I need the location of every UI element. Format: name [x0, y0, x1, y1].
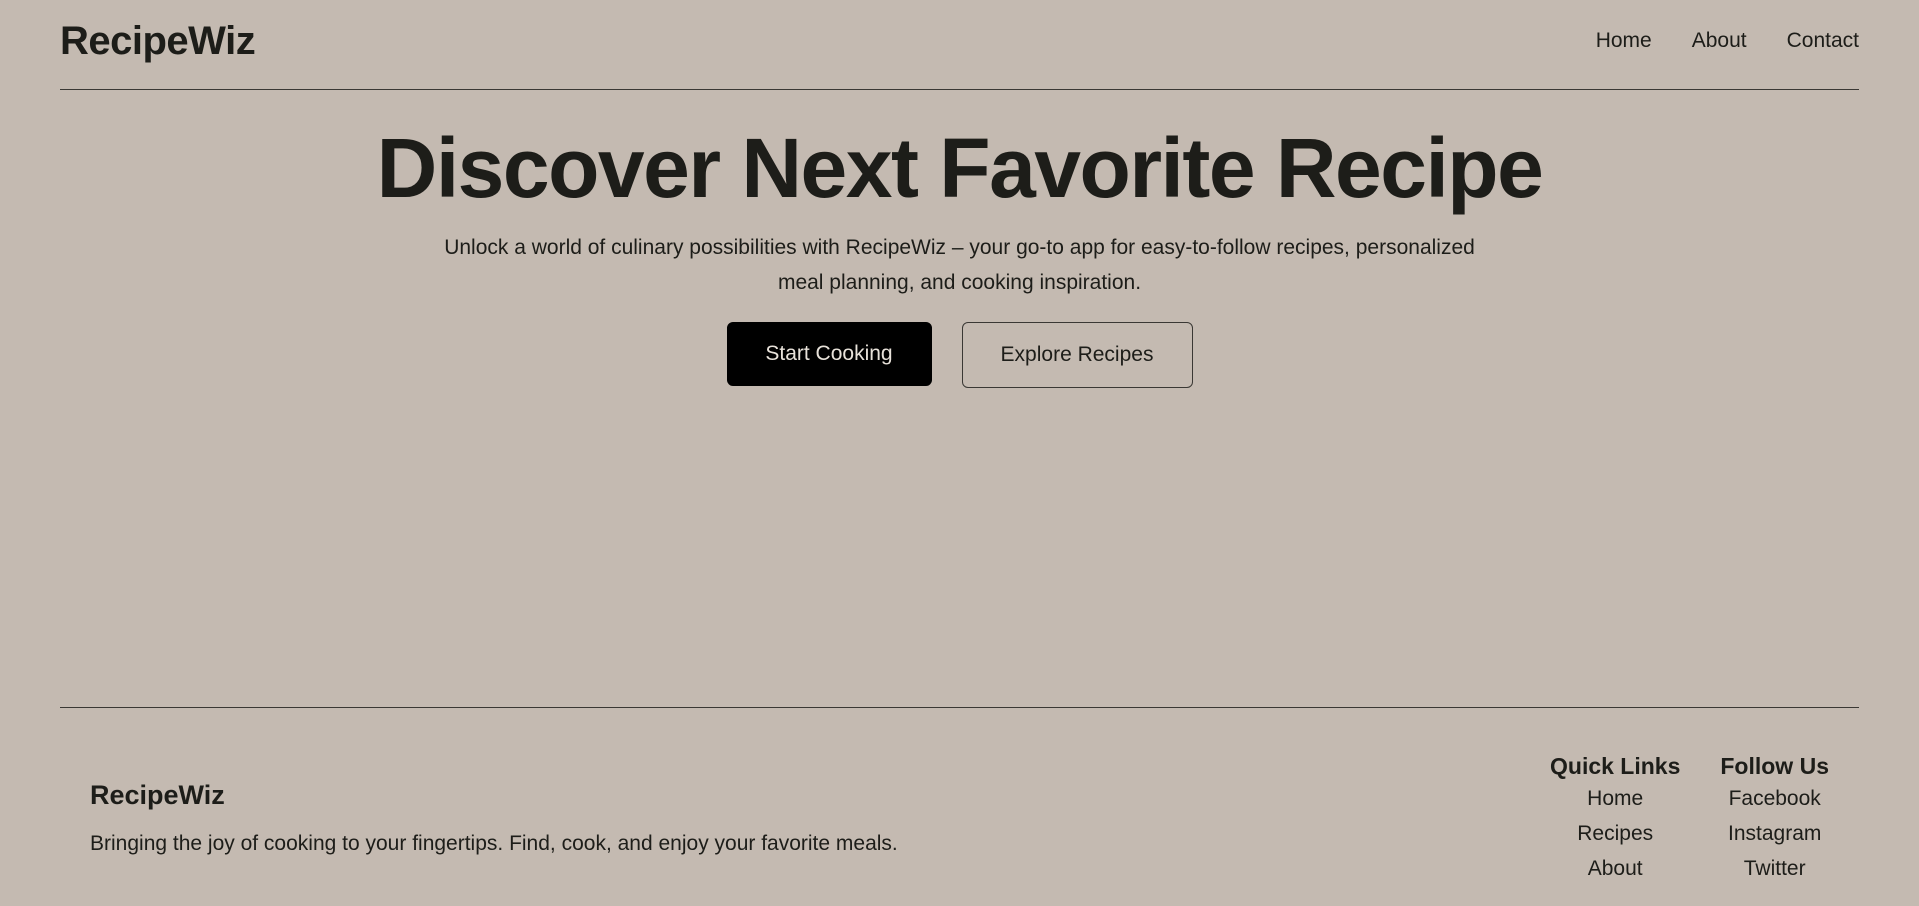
- footer-tagline: Bringing the joy of cooking to your fing…: [90, 832, 898, 855]
- site-header: RecipeWiz Home About Contact: [60, 0, 1859, 90]
- nav-link-about[interactable]: About: [1692, 29, 1747, 53]
- explore-recipes-button[interactable]: Explore Recipes: [961, 322, 1193, 388]
- hero-section: Discover Next Favorite Recipe Unlock a w…: [60, 118, 1859, 388]
- follow-us-column: Follow Us Facebook Instagram Twitter: [1720, 751, 1829, 886]
- footer-link-twitter[interactable]: Twitter: [1720, 851, 1829, 886]
- hero-subtitle: Unlock a world of culinary possibilities…: [444, 236, 1475, 294]
- quick-links-heading: Quick Links: [1550, 753, 1681, 779]
- main-nav: Home About Contact: [1596, 29, 1859, 53]
- hero-cta-group: Start Cooking Explore Recipes: [60, 322, 1859, 388]
- nav-link-contact[interactable]: Contact: [1787, 29, 1859, 53]
- brand-logo[interactable]: RecipeWiz: [60, 19, 256, 64]
- quick-links-column: Quick Links Home Recipes About: [1550, 751, 1680, 886]
- footer-link-recipes[interactable]: Recipes: [1550, 816, 1680, 851]
- footer-link-instagram[interactable]: Instagram: [1720, 816, 1829, 851]
- start-cooking-button[interactable]: Start Cooking: [726, 322, 932, 386]
- hero-title: Discover Next Favorite Recipe: [376, 121, 1544, 215]
- footer-link-about[interactable]: About: [1550, 851, 1680, 886]
- follow-us-heading: Follow Us: [1720, 753, 1829, 779]
- footer-link-facebook[interactable]: Facebook: [1720, 781, 1829, 816]
- page: RecipeWiz Home About Contact Discover Ne…: [60, 0, 1859, 905]
- footer-columns: Quick Links Home Recipes About Follow Us…: [1550, 751, 1829, 886]
- site-footer: RecipeWiz Bringing the joy of cooking to…: [60, 707, 1859, 906]
- nav-link-home[interactable]: Home: [1596, 29, 1652, 53]
- footer-link-home[interactable]: Home: [1550, 781, 1680, 816]
- footer-brand: RecipeWiz: [90, 780, 225, 810]
